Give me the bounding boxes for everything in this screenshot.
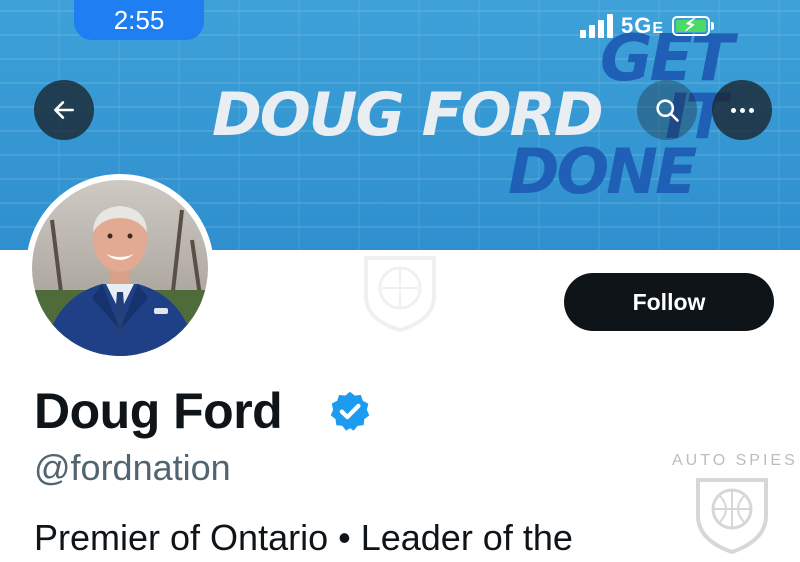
watermark-text: AUTO SPIES xyxy=(672,452,798,469)
more-options-button[interactable] xyxy=(712,80,772,140)
signal-icon xyxy=(580,14,613,38)
profile-handle: @fordnation xyxy=(34,447,231,488)
search-icon xyxy=(656,99,679,122)
avatar-photo xyxy=(32,180,208,356)
profile-display-name: Doug Ford xyxy=(34,383,283,439)
profile-avatar[interactable] xyxy=(26,174,214,362)
verified-badge-icon xyxy=(330,391,370,431)
follow-button[interactable]: Follow xyxy=(564,273,774,331)
profile-bio: Premier of Ontario • Leader of the xyxy=(34,517,573,558)
battery-icon: ⚡︎ xyxy=(672,15,715,36)
back-button[interactable] xyxy=(34,80,94,140)
watermark-logo xyxy=(696,478,768,554)
network-type: 5GE xyxy=(621,13,665,38)
status-indicators: 5GE ⚡︎ xyxy=(580,10,715,42)
watermark-logo-center xyxy=(364,256,436,332)
status-time: 2:55 xyxy=(74,0,204,40)
ellipsis-icon xyxy=(730,107,754,113)
arrow-left-icon xyxy=(54,101,74,119)
banner-slogan-done: DONE xyxy=(508,135,697,208)
search-button[interactable] xyxy=(637,80,697,140)
